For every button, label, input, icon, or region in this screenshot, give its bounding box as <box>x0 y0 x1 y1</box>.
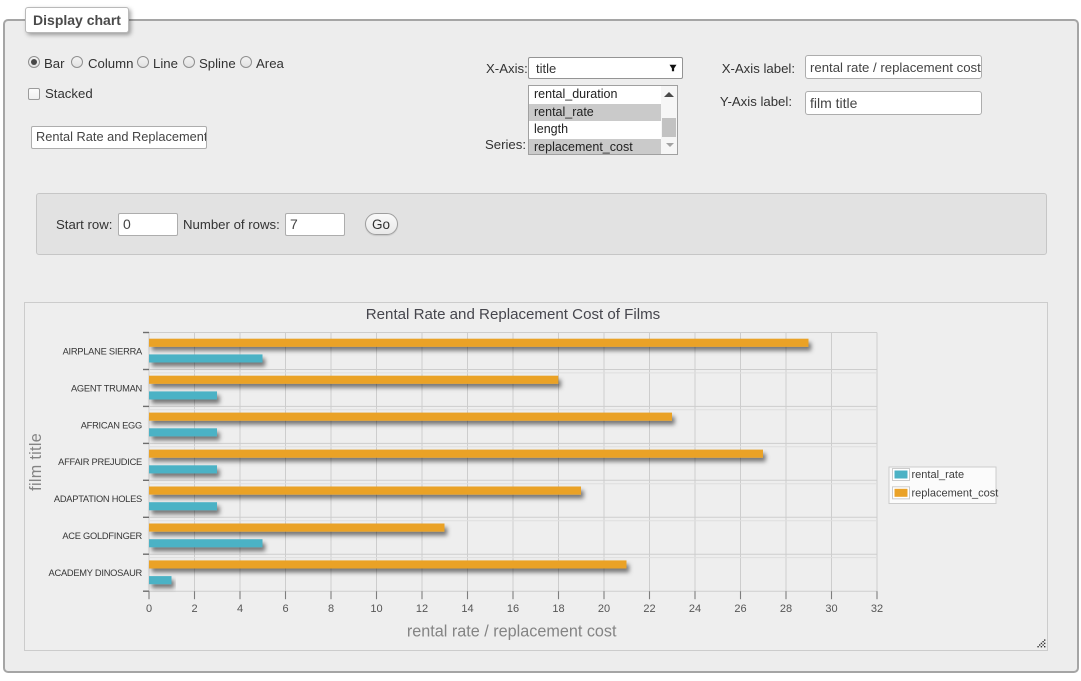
svg-text:AFRICAN EGG: AFRICAN EGG <box>81 420 142 430</box>
svg-text:AIRPLANE SIERRA: AIRPLANE SIERRA <box>63 346 143 356</box>
svg-text:30: 30 <box>825 603 837 615</box>
svg-text:rental rate / replacement cost: rental rate / replacement cost <box>407 622 617 640</box>
svg-text:12: 12 <box>416 603 428 615</box>
svg-text:28: 28 <box>780 603 792 615</box>
svg-text:14: 14 <box>461 603 473 615</box>
svg-text:2: 2 <box>191 603 197 615</box>
svg-text:ACADEMY DINOSAUR: ACADEMY DINOSAUR <box>49 568 143 578</box>
svg-text:ACE GOLDFINGER: ACE GOLDFINGER <box>62 531 142 541</box>
svg-text:24: 24 <box>689 603 701 615</box>
svg-text:18: 18 <box>552 603 564 615</box>
svg-text:rental_rate: rental_rate <box>912 469 965 481</box>
svg-text:film title: film title <box>27 433 45 491</box>
svg-text:6: 6 <box>282 603 288 615</box>
svg-text:Rental Rate and Replacement Co: Rental Rate and Replacement Cost of Film… <box>366 306 660 323</box>
svg-text:4: 4 <box>237 603 243 615</box>
svg-text:26: 26 <box>734 603 746 615</box>
svg-text:10: 10 <box>370 603 382 615</box>
svg-text:AGENT TRUMAN: AGENT TRUMAN <box>71 383 142 393</box>
svg-text:20: 20 <box>598 603 610 615</box>
svg-text:0: 0 <box>146 603 152 615</box>
svg-text:16: 16 <box>507 603 519 615</box>
svg-text:AFFAIR PREJUDICE: AFFAIR PREJUDICE <box>58 457 142 467</box>
svg-text:ADAPTATION HOLES: ADAPTATION HOLES <box>54 494 142 504</box>
svg-text:8: 8 <box>328 603 334 615</box>
svg-text:32: 32 <box>871 603 883 615</box>
svg-text:replacement_cost: replacement_cost <box>912 488 999 500</box>
svg-text:22: 22 <box>643 603 655 615</box>
